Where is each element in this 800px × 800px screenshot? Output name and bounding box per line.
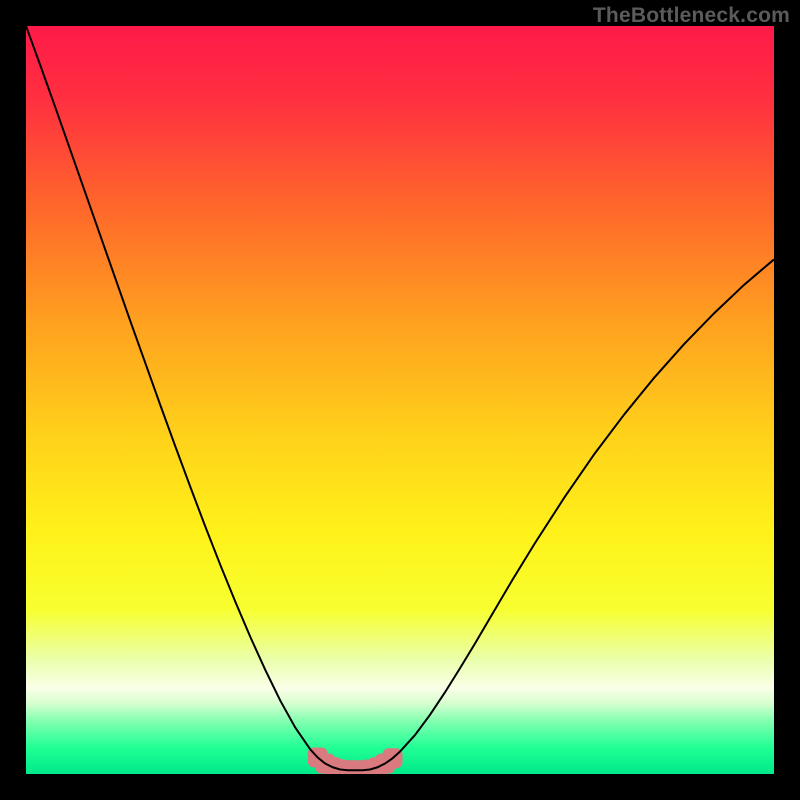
- bottleneck-curve: [26, 26, 774, 770]
- plot-area: [26, 26, 774, 774]
- chart-frame: TheBottleneck.com: [0, 0, 800, 800]
- watermark-text: TheBottleneck.com: [593, 4, 790, 28]
- chart-svg: [26, 26, 774, 774]
